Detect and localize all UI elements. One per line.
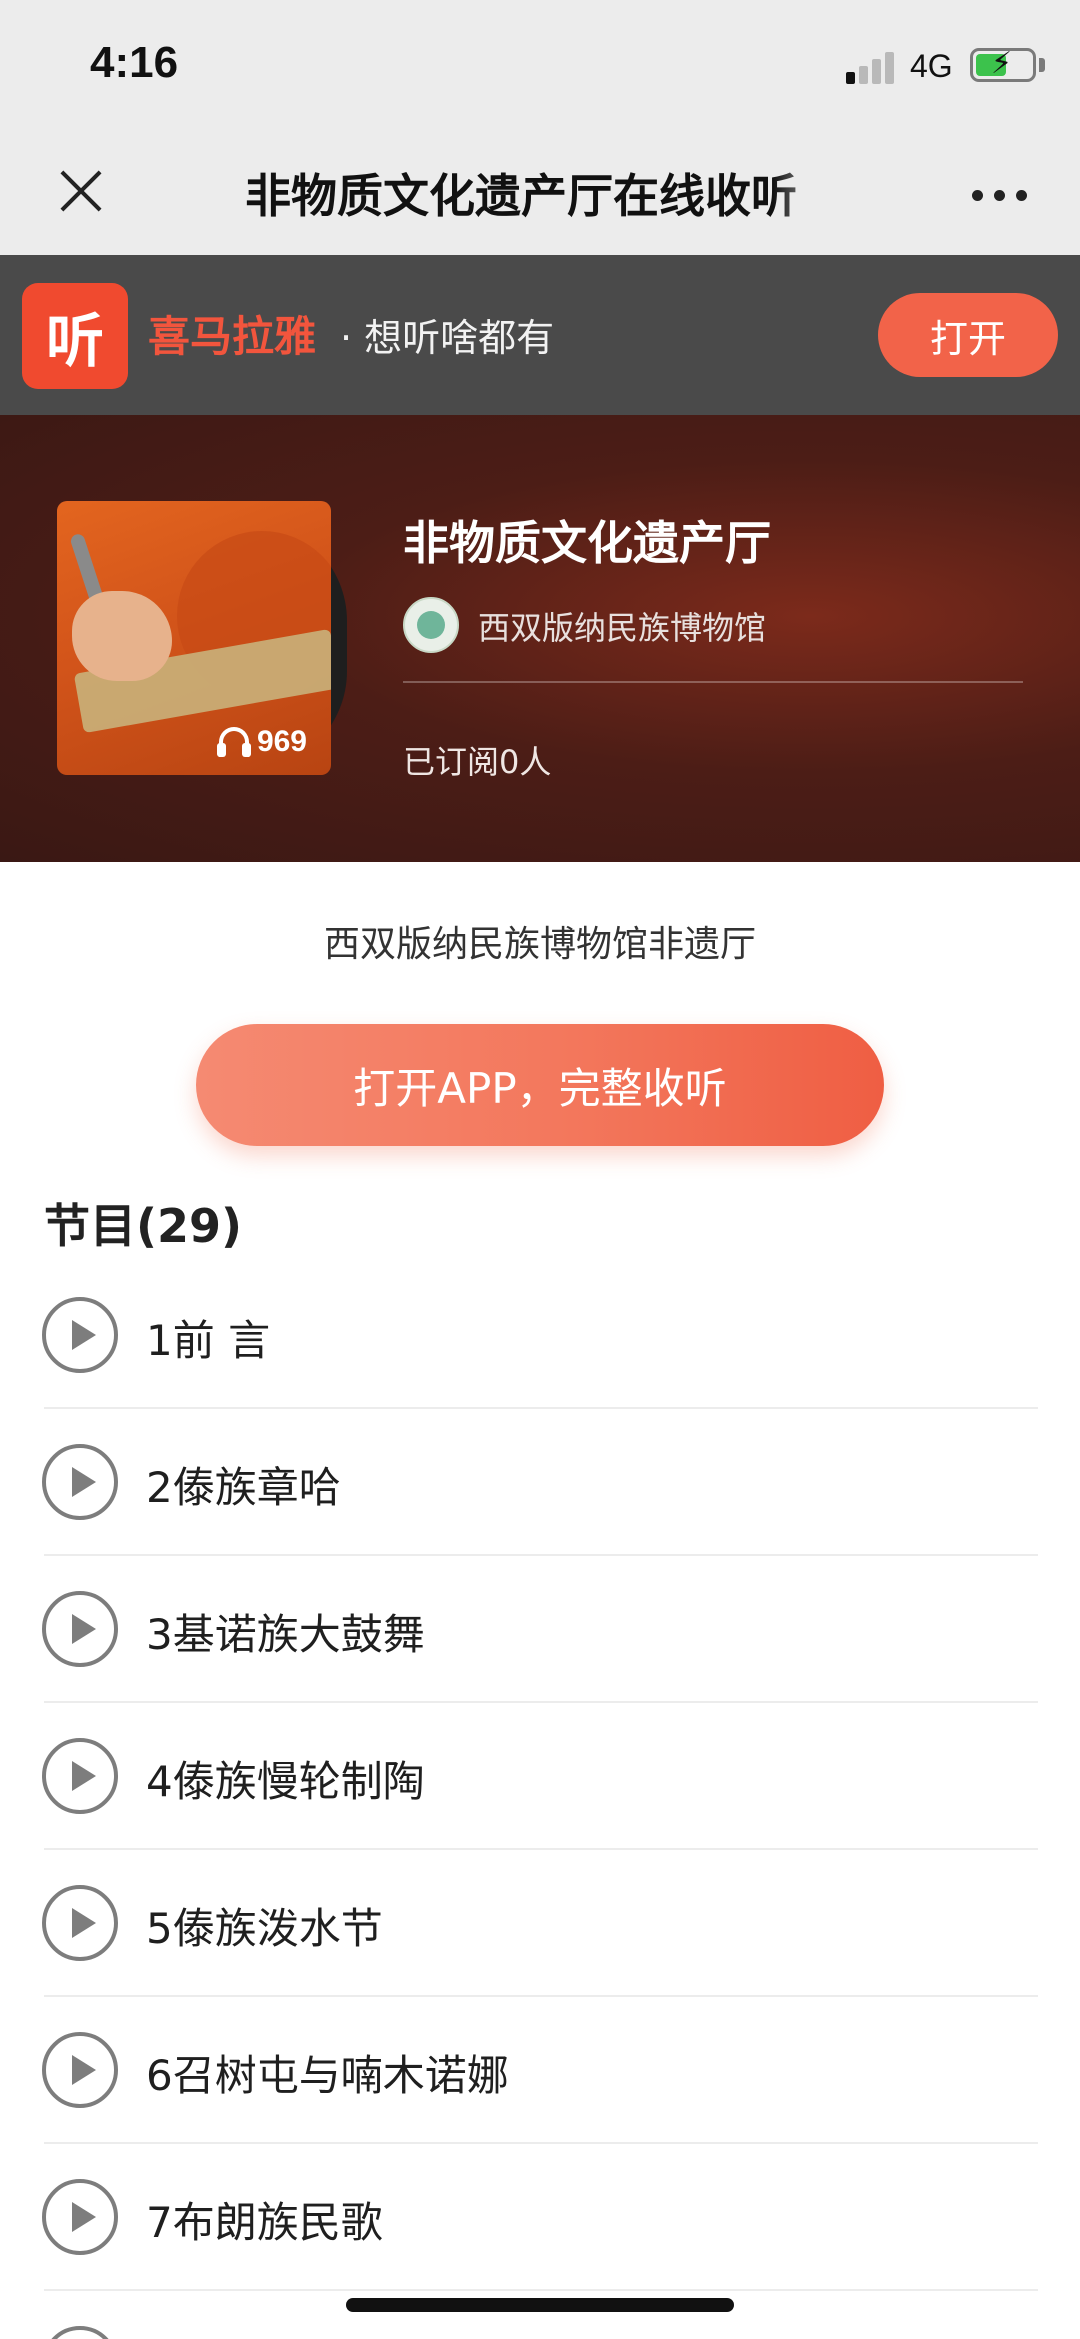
- list-item[interactable]: 6召树屯与喃木诺娜: [0, 1997, 1080, 2144]
- app-logo: 听: [22, 283, 128, 389]
- app-download-banner: 听 喜马拉雅 · 想听啥都有 打开: [0, 255, 1080, 415]
- episode-title: 5傣族泼水节: [146, 1904, 383, 1953]
- play-icon[interactable]: [42, 2179, 118, 2255]
- album-cover-wrapper[interactable]: 969: [57, 501, 347, 791]
- more-icon[interactable]: [972, 190, 1028, 202]
- subscriber-count: 已订阅0人: [403, 743, 552, 781]
- episode-title: 3基诺族大鼓舞: [146, 1610, 425, 1659]
- play-icon[interactable]: [42, 1444, 118, 1520]
- app-brand-name: 喜马拉雅: [148, 312, 317, 361]
- battery-icon: ⚡: [970, 47, 1036, 82]
- play-icon[interactable]: [42, 1885, 118, 1961]
- album-description: 西双版纳民族博物馆非遗厅: [323, 924, 756, 965]
- list-item[interactable]: 5傣族泼水节: [0, 1850, 1080, 1997]
- list-item[interactable]: 2傣族章哈: [0, 1409, 1080, 1556]
- play-count-value: 969: [256, 725, 307, 758]
- episode-list: 1前 言 2傣族章哈 3基诺族大鼓舞 4傣族慢轮制陶 5傣族泼水节 6召树屯与喃…: [0, 1262, 1080, 2339]
- play-icon[interactable]: [42, 2326, 118, 2339]
- episode-list-heading: 节目(29): [44, 1199, 243, 1253]
- app-slogan: · 想听啥都有: [340, 316, 555, 360]
- album-header: 969 非物质文化遗产厅 西双版纳民族博物馆 已订阅0人: [0, 415, 1080, 862]
- nav-bar: 非物质文化遗产厅在线收听: [0, 130, 1080, 255]
- album-title: 非物质文化遗产厅: [403, 516, 771, 570]
- status-bar: 4:16 4G ⚡: [0, 0, 1080, 130]
- list-item[interactable]: 7布朗族民歌: [0, 2144, 1080, 2291]
- divider: [403, 681, 1023, 683]
- play-count: 969: [216, 725, 307, 759]
- page-title: 非物质文化遗产厅在线收听: [245, 169, 797, 223]
- list-item[interactable]: 1前 言: [0, 1262, 1080, 1409]
- open-app-button[interactable]: 打开: [878, 293, 1058, 377]
- home-indicator[interactable]: [346, 2298, 734, 2312]
- play-icon[interactable]: [42, 1297, 118, 1373]
- episode-title: 1前 言: [146, 1316, 271, 1365]
- episode-title: 7布朗族民歌: [146, 2198, 383, 2247]
- signal-icon: [846, 50, 898, 84]
- play-icon[interactable]: [42, 1738, 118, 1814]
- author-avatar[interactable]: [403, 597, 459, 653]
- headphone-icon: [216, 727, 251, 757]
- episode-title: 4傣族慢轮制陶: [146, 1757, 425, 1806]
- status-time: 4:16: [90, 38, 179, 87]
- list-item[interactable]: 3基诺族大鼓舞: [0, 1556, 1080, 1703]
- network-label: 4G: [910, 48, 953, 84]
- episode-title: 6召树屯与喃木诺娜: [146, 2051, 509, 2100]
- play-icon[interactable]: [42, 2032, 118, 2108]
- episode-title: 2傣族章哈: [146, 1463, 341, 1512]
- close-icon[interactable]: [50, 160, 112, 222]
- album-cover: 969: [57, 501, 331, 775]
- battery-tip: [1039, 58, 1045, 72]
- list-item[interactable]: 4傣族慢轮制陶: [0, 1703, 1080, 1850]
- play-icon[interactable]: [42, 1591, 118, 1667]
- author-name[interactable]: 西双版纳民族博物馆: [478, 603, 766, 649]
- open-app-full-listen-button[interactable]: 打开APP，完整收听: [196, 1024, 884, 1146]
